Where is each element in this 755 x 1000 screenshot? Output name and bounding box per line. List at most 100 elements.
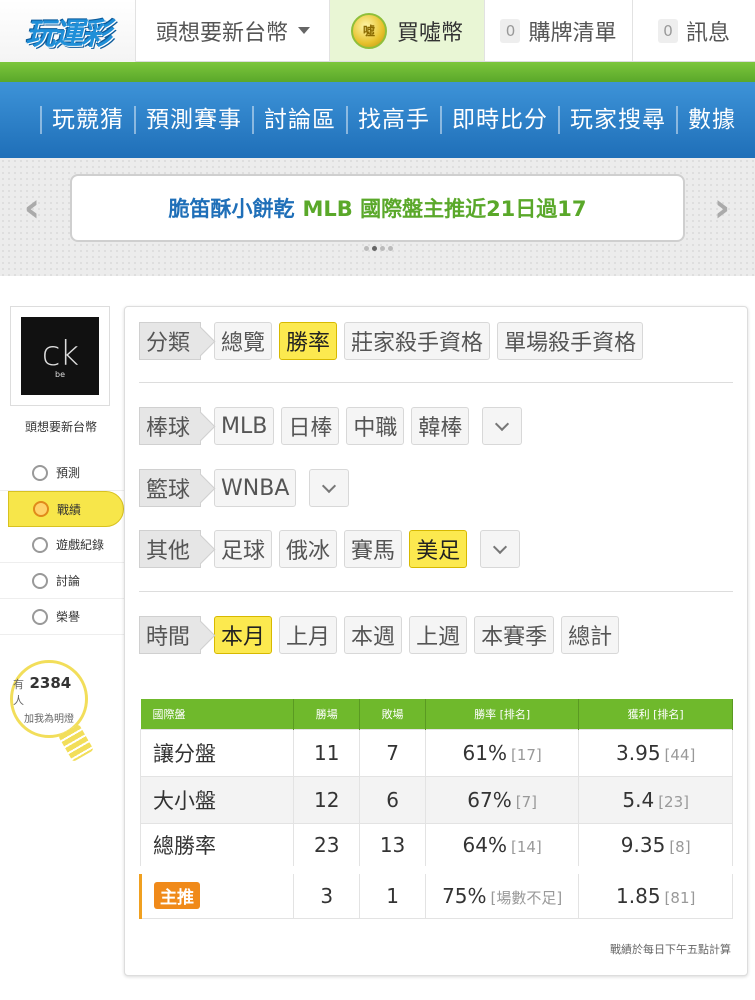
- record-table: 國際盤 勝場 敗場 勝率 [排名] 獲利 [排名] 讓分盤 11 7 61% [1…: [138, 699, 733, 919]
- medal-icon: [32, 608, 48, 625]
- caret-down-icon: [298, 27, 311, 34]
- cart-count-badge: 0: [500, 18, 521, 43]
- messages-label: 訊息: [685, 20, 730, 46]
- sidebar-item-discuss[interactable]: 討論: [0, 563, 124, 599]
- filter-last-month[interactable]: 上月: [279, 616, 338, 654]
- time-filter-row: 時間 本月 上月 本週 上週 本賽季 總計: [139, 616, 620, 654]
- cart-button[interactable]: 0 購牌清單: [485, 0, 633, 61]
- profit-value: 3.95: [616, 740, 661, 765]
- nav-play-guess[interactable]: 玩競猜: [40, 106, 134, 134]
- filter-american-football[interactable]: 美足: [409, 530, 468, 568]
- top-bar: 玩運彩 頭想要新台幣 噓 買噓幣 0 購牌清單 0 訊息: [0, 0, 755, 62]
- filter-npb[interactable]: 日棒: [281, 407, 340, 445]
- chat-bubble-icon: [33, 501, 49, 517]
- chevron-down-icon: [322, 478, 337, 493]
- main-nav: 玩競猜 預測賽事 討論區 找高手 即時比分 玩家搜尋 數據: [0, 82, 755, 158]
- carousel-dot[interactable]: [364, 246, 369, 251]
- profit-value: 9.35: [620, 832, 666, 857]
- main-pick-tag: 主推: [154, 882, 200, 910]
- avatar-subtext: be: [55, 369, 65, 379]
- filter-this-season[interactable]: 本賽季: [474, 616, 555, 654]
- rate-value: 67%: [467, 787, 512, 812]
- nav-data[interactable]: 數據: [676, 106, 746, 134]
- carousel-dot-active[interactable]: [372, 246, 377, 251]
- chevron-left-icon[interactable]: ‹: [14, 185, 50, 231]
- carousel-dot[interactable]: [388, 246, 393, 251]
- nav-live-scores[interactable]: 即時比分: [440, 106, 558, 134]
- banner-carousel: ‹ 脆笛酥小餅乾 MLB 國際盤主推近21日過17 ›: [0, 158, 755, 276]
- user-menu-label: 頭想要新台幣: [156, 20, 289, 46]
- filter-mlb[interactable]: MLB: [214, 407, 275, 445]
- filter-single-killer[interactable]: 單場殺手資格: [497, 322, 644, 360]
- banner-message: MLB 國際盤主推近21日過17: [302, 197, 587, 221]
- row-wins: 23: [293, 822, 361, 871]
- rate-value: 75%: [442, 883, 487, 908]
- sidebar-item-record[interactable]: 戰績: [8, 491, 124, 527]
- nav-player-search[interactable]: 玩家搜尋: [558, 106, 676, 134]
- header-losses: 敗場: [359, 699, 426, 729]
- filter-banker-killer[interactable]: 莊家殺手資格: [344, 322, 491, 360]
- filter-soccer[interactable]: 足球: [214, 530, 273, 568]
- baseball-more-dropdown[interactable]: [482, 407, 523, 445]
- header-accent-strip: [0, 62, 755, 82]
- row-win-rate: 61% [17]: [424, 728, 580, 777]
- row-profit: 5.4 [23]: [578, 775, 733, 824]
- avatar-frame: ck be: [10, 306, 110, 406]
- rate-value: 64%: [462, 832, 507, 857]
- basketball-more-dropdown[interactable]: [309, 469, 350, 507]
- filter-cpbl[interactable]: 中職: [346, 407, 405, 445]
- rate-rank: [14]: [510, 837, 542, 856]
- avatar[interactable]: ck be: [21, 317, 99, 395]
- cart-label: 購牌清單: [528, 20, 617, 46]
- row-losses: 13: [359, 822, 426, 871]
- other-more-dropdown[interactable]: [480, 530, 521, 568]
- filter-last-week[interactable]: 上週: [409, 616, 468, 654]
- row-name: 大小盤: [139, 775, 295, 824]
- nav-find-experts[interactable]: 找高手: [346, 106, 440, 134]
- filter-ice-hockey[interactable]: 俄冰: [279, 530, 338, 568]
- row-losses: 1: [359, 866, 426, 919]
- header-market: 國際盤: [140, 699, 295, 729]
- sidebar-item-game-history[interactable]: 遊戲紀錄: [0, 527, 124, 563]
- buy-coin-button[interactable]: 噓 買噓幣: [330, 0, 485, 61]
- nav-predict[interactable]: 預測賽事: [134, 106, 252, 134]
- filter-horse-racing[interactable]: 賽馬: [344, 530, 403, 568]
- row-name: 總勝率: [139, 822, 295, 871]
- fans-prefix: 有: [13, 677, 24, 691]
- rate-value: 61%: [462, 740, 507, 765]
- filter-overview[interactable]: 總覽: [214, 322, 273, 360]
- sidebar-item-predict[interactable]: 預測: [0, 455, 124, 491]
- carousel-dots: [364, 246, 393, 251]
- row-wins: 3: [293, 866, 361, 919]
- site-logo[interactable]: 玩運彩: [0, 0, 136, 62]
- table-row: 總勝率 23 13 64% [14] 9.35 [8]: [139, 822, 733, 871]
- user-menu[interactable]: 頭想要新台幣: [136, 0, 330, 61]
- filter-this-month[interactable]: 本月: [214, 616, 273, 654]
- sidebar-item-label: 討論: [56, 574, 81, 588]
- banner-slide[interactable]: 脆笛酥小餅乾 MLB 國際盤主推近21日過17: [70, 174, 685, 242]
- filter-this-week[interactable]: 本週: [344, 616, 403, 654]
- baseball-label: 棒球: [139, 407, 202, 445]
- sidebar-item-label: 戰績: [57, 502, 82, 517]
- record-panel: 分類 總覽 勝率 莊家殺手資格 單場殺手資格 棒球 MLB 日棒 中職 韓棒 籃…: [124, 306, 748, 976]
- row-profit: 1.85 [81]: [578, 866, 733, 919]
- filter-all-time[interactable]: 總計: [561, 616, 620, 654]
- table-row-main-pick: 主推 3 1 75% [場數不足] 1.85 [81]: [138, 866, 733, 919]
- rate-rank: [場數不足]: [490, 888, 563, 907]
- chevron-right-icon[interactable]: ›: [704, 185, 740, 231]
- banner-nickname: 脆笛酥小餅乾: [168, 197, 295, 221]
- profit-rank: [81]: [664, 888, 696, 907]
- row-losses: 6: [359, 775, 426, 824]
- sidebar-item-honor[interactable]: 榮譽: [0, 599, 124, 635]
- table-header-row: 國際盤 勝場 敗場 勝率 [排名] 獲利 [排名]: [140, 699, 733, 729]
- messages-button[interactable]: 0 訊息: [633, 0, 755, 61]
- table-row: 讓分盤 11 7 61% [17] 3.95 [44]: [139, 728, 733, 777]
- filter-kbo[interactable]: 韓棒: [411, 407, 470, 445]
- time-label: 時間: [139, 616, 202, 654]
- filter-wnba[interactable]: WNBA: [214, 469, 297, 507]
- carousel-dot[interactable]: [380, 246, 385, 251]
- filter-win-rate[interactable]: 勝率: [279, 322, 338, 360]
- row-win-rate: 67% [7]: [424, 775, 580, 824]
- avatar-text: ck: [41, 333, 79, 374]
- nav-forum[interactable]: 討論區: [252, 106, 346, 134]
